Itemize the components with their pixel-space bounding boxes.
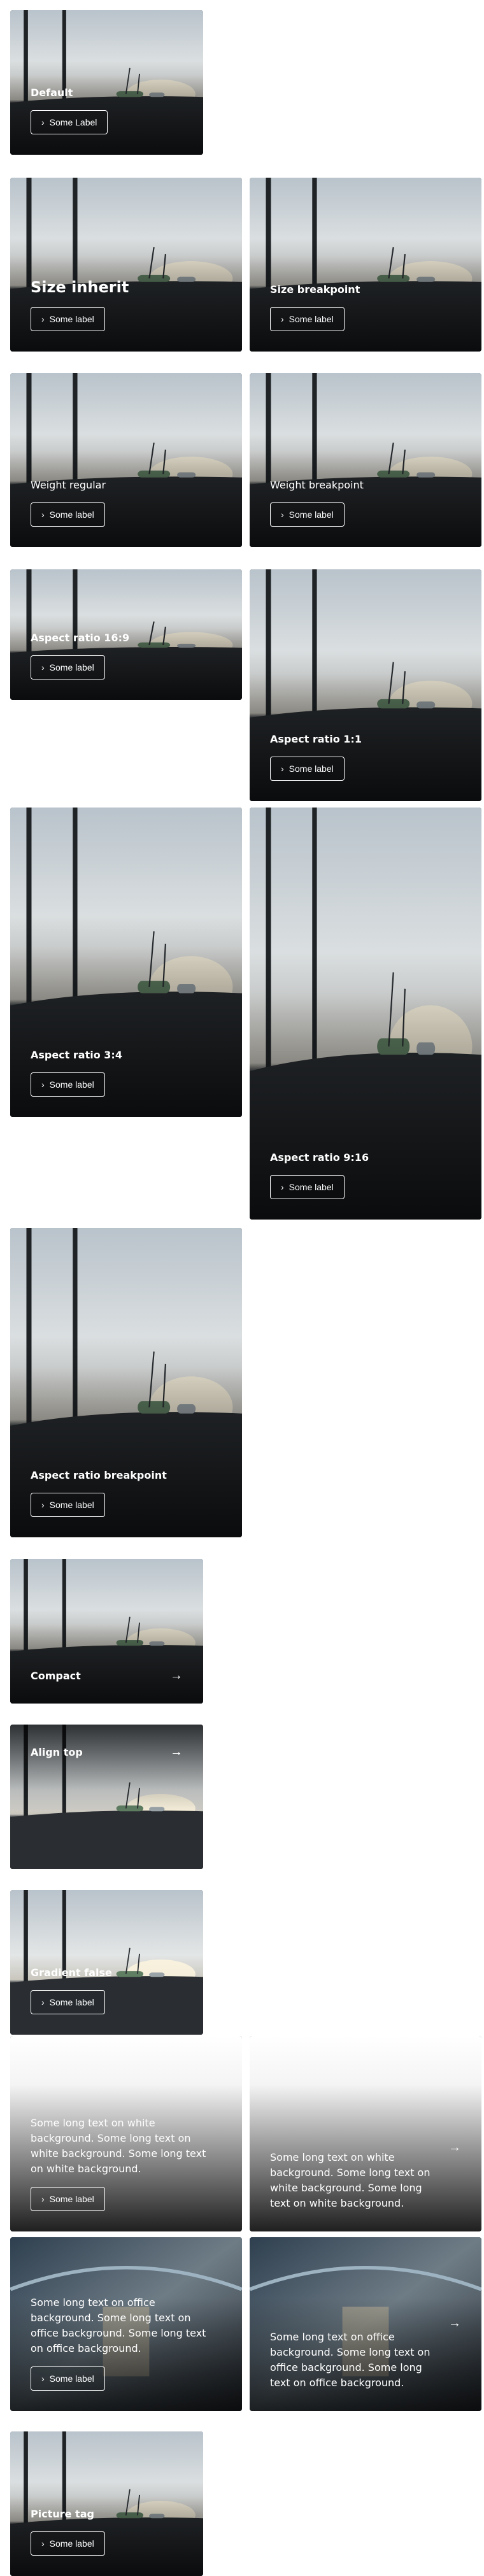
chevron-right-icon: › bbox=[41, 2373, 45, 2384]
tile-aspect-16-9[interactable]: Aspect ratio 16:9 › Some label bbox=[10, 569, 242, 700]
tile-title: Aspect ratio 3:4 bbox=[31, 1049, 122, 1061]
tile-title: Aspect ratio 1:1 bbox=[270, 733, 362, 745]
link-button[interactable]: › Some label bbox=[270, 1175, 345, 1199]
tile-title: Some long text on white background. Some… bbox=[270, 2151, 431, 2209]
tile-title: Some long text on office background. Som… bbox=[31, 2296, 206, 2354]
tile-title: Weight breakpoint bbox=[270, 479, 364, 491]
tile-white-long[interactable]: Some long text on white background. Some… bbox=[10, 2036, 242, 2231]
arrow-right-icon[interactable]: → bbox=[448, 2140, 461, 2155]
tile-title: Size inherit bbox=[31, 278, 129, 296]
chevron-right-icon: › bbox=[281, 1182, 284, 1192]
tile-default[interactable]: Default › Some Label bbox=[10, 10, 203, 155]
tile-title: Gradient false bbox=[31, 1967, 112, 1979]
tile-align-top[interactable]: Align top → bbox=[10, 1725, 203, 1869]
tile-picture-tag[interactable]: Picture tag › Some label bbox=[10, 2431, 203, 2576]
chevron-right-icon: › bbox=[281, 314, 284, 324]
tile-title: Some long text on white background. Some… bbox=[31, 2117, 206, 2175]
chevron-right-icon: › bbox=[281, 764, 284, 774]
chevron-right-icon: › bbox=[41, 509, 45, 520]
tile-weight-regular[interactable]: Weight regular › Some label bbox=[10, 373, 242, 547]
link-button[interactable]: › Some label bbox=[31, 2187, 105, 2211]
tile-title: Size breakpoint bbox=[270, 283, 360, 295]
tile-aspect-1-1[interactable]: Aspect ratio 1:1 › Some label bbox=[250, 569, 481, 801]
chevron-right-icon: › bbox=[41, 1500, 45, 1510]
tile-aspect-9-16[interactable]: Aspect ratio 9:16 › Some label bbox=[250, 808, 481, 1220]
tile-title: Picture tag bbox=[31, 2508, 94, 2520]
tile-size-inherit[interactable]: Size inherit › Some label bbox=[10, 178, 242, 352]
tile-office-long-compact[interactable]: Some long text on office background. Som… bbox=[250, 2237, 481, 2411]
tile-aspect-3-4[interactable]: Aspect ratio 3:4 › Some label bbox=[10, 808, 242, 1117]
arrow-right-icon[interactable]: → bbox=[170, 1745, 183, 1760]
tile-white-long-compact[interactable]: Some long text on white background. Some… bbox=[250, 2036, 481, 2231]
chevron-right-icon: › bbox=[41, 314, 45, 324]
chevron-right-icon: › bbox=[41, 2538, 45, 2549]
tile-title: Weight regular bbox=[31, 479, 106, 491]
link-button[interactable]: › Some label bbox=[270, 502, 345, 527]
link-button[interactable]: › Some label bbox=[31, 307, 105, 331]
arrow-right-icon[interactable]: → bbox=[170, 1669, 183, 1683]
tile-title: Some long text on office background. Som… bbox=[270, 2331, 431, 2389]
link-button[interactable]: › Some label bbox=[31, 1072, 105, 1097]
link-button[interactable]: › Some label bbox=[31, 502, 105, 527]
tile-title: Default bbox=[31, 87, 73, 99]
tile-title: Aspect ratio 9:16 bbox=[270, 1151, 369, 1163]
tile-title: Aspect ratio 16:9 bbox=[31, 632, 130, 644]
link-button[interactable]: › Some label bbox=[31, 1493, 105, 1517]
link-button[interactable]: › Some label bbox=[270, 307, 345, 331]
chevron-right-icon: › bbox=[41, 1997, 45, 2007]
chevron-right-icon: › bbox=[41, 2194, 45, 2204]
chevron-right-icon: › bbox=[41, 117, 45, 127]
tile-title: Align top bbox=[31, 1746, 83, 1758]
tile-aspect-breakpoint[interactable]: Aspect ratio breakpoint › Some label bbox=[10, 1228, 242, 1537]
tile-title: Aspect ratio breakpoint bbox=[31, 1469, 167, 1481]
tile-title: Compact bbox=[31, 1669, 81, 1682]
tile-office-long[interactable]: Some long text on office background. Som… bbox=[10, 2237, 242, 2411]
link-button[interactable]: › Some label bbox=[270, 757, 345, 781]
link-button[interactable]: › Some Label bbox=[31, 110, 108, 134]
link-button[interactable]: › Some label bbox=[31, 1990, 105, 2014]
link-button[interactable]: › Some label bbox=[31, 655, 105, 680]
tile-size-breakpoint[interactable]: Size breakpoint › Some label bbox=[250, 178, 481, 352]
tile-weight-breakpoint[interactable]: Weight breakpoint › Some label bbox=[250, 373, 481, 547]
tile-gradient-false[interactable]: Gradient false › Some label bbox=[10, 1890, 203, 2035]
link-button[interactable]: › Some label bbox=[31, 2366, 105, 2391]
chevron-right-icon: › bbox=[41, 662, 45, 672]
chevron-right-icon: › bbox=[41, 1079, 45, 1090]
tile-compact[interactable]: Compact → bbox=[10, 1559, 203, 1704]
arrow-right-icon[interactable]: → bbox=[448, 2316, 461, 2331]
chevron-right-icon: › bbox=[281, 509, 284, 520]
link-button[interactable]: › Some label bbox=[31, 2531, 105, 2556]
